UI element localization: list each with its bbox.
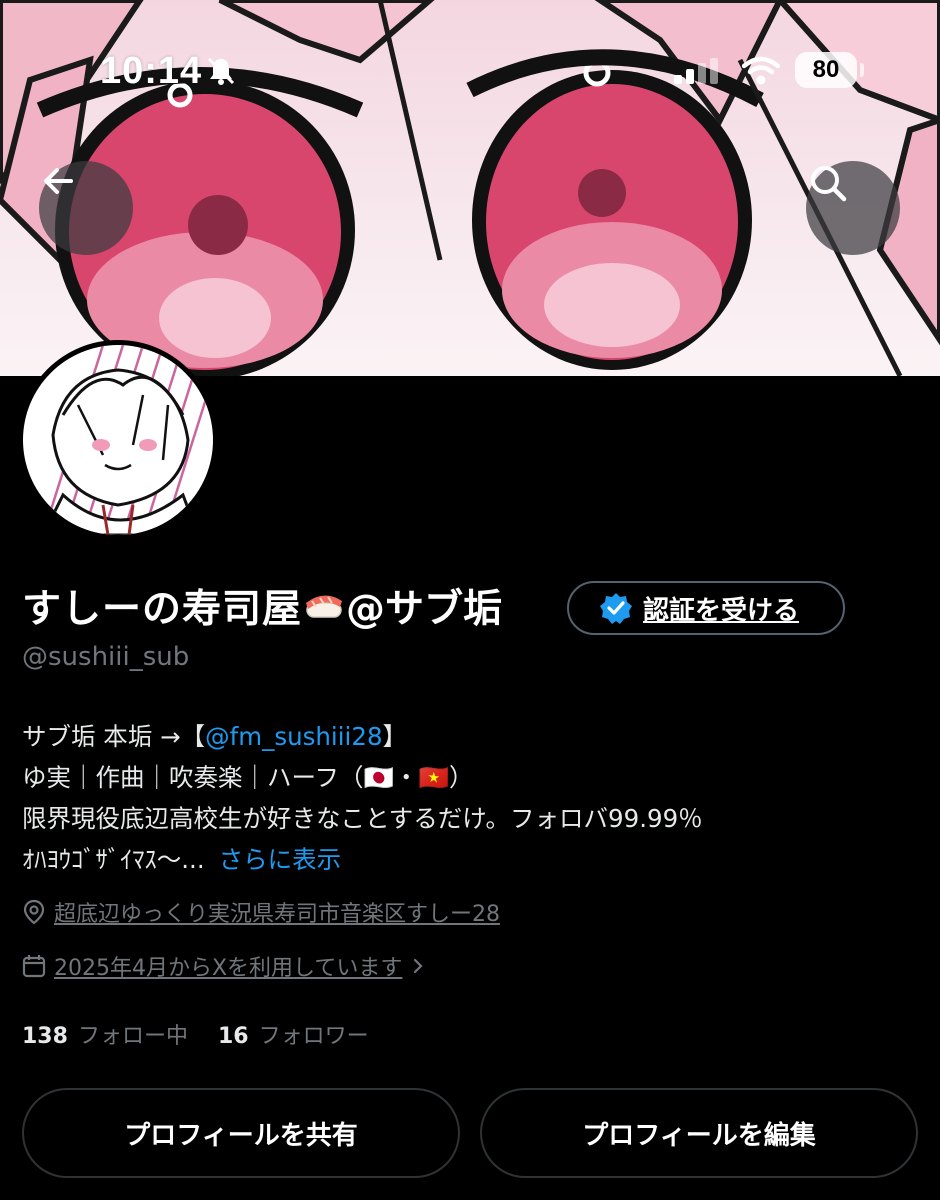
chevron-right-icon [414, 958, 423, 974]
followers-link[interactable]: 16 フォロワー [218, 1018, 369, 1050]
battery-tip [860, 63, 864, 77]
profile-handle: @sushiii_sub [22, 642, 190, 672]
status-bar: 10:14 80 [0, 0, 940, 140]
profile-bio: サブ垢 本垢 →【@fm_sushiii28】 ゆ実｜作曲｜吹奏楽｜ハーフ（🇯🇵… [22, 716, 703, 880]
bio-line-3: 限界現役底辺高校生が好きなことするだけ。フォロバ99.99％ [22, 804, 703, 833]
get-verified-label: 認証を受ける [643, 595, 800, 626]
profile-location[interactable]: 超底辺ゆっくり実況県寿司市音楽区すしー28 [22, 896, 500, 928]
calendar-icon [22, 955, 46, 978]
get-verified-button[interactable]: 認証を受ける [567, 581, 845, 635]
search-icon [811, 166, 847, 202]
display-name-prefix: すしーの寿司屋 [22, 587, 303, 632]
avatar-image [23, 345, 213, 535]
bio-line-1-prefix: サブ垢 本垢 →【 [22, 722, 206, 751]
location-pin-icon [23, 899, 45, 925]
bio-line-1: サブ垢 本垢 →【@fm_sushiii28】 [22, 716, 703, 757]
following-link[interactable]: 138 フォロー中 [22, 1018, 188, 1050]
sushi-icon [304, 587, 344, 625]
profile-join-date[interactable]: 2025年4月からXを利用しています [22, 950, 426, 982]
followers-label: フォロワー [258, 1024, 369, 1049]
back-button[interactable] [39, 161, 133, 255]
bio-mention-link[interactable]: @fm_sushiii28 [205, 722, 382, 751]
arrow-left-icon [44, 168, 73, 194]
followers-count: 16 [217, 1024, 249, 1049]
profile-name: すしーの寿司屋 @サブ垢 [22, 578, 502, 634]
verified-badge-icon [600, 593, 632, 624]
bio-line-4: ｵﾊﾖｳｺﾞｻﾞｲﾏｽ〜... さらに表示 [22, 839, 703, 880]
bio-line-4-text: ｵﾊﾖｳｺﾞｻﾞｲﾏｽ〜... [22, 845, 205, 874]
following-count: 138 [22, 1024, 68, 1049]
location-text: 超底辺ゆっくり実況県寿司市音楽区すしー28 [54, 902, 500, 927]
profile-banner: 10:14 80 [0, 0, 940, 376]
profile-avatar[interactable] [18, 340, 218, 540]
join-date-text: 2025年4月からXを利用しています [54, 956, 403, 981]
edit-profile-button[interactable]: プロフィールを編集 [480, 1088, 918, 1178]
battery-indicator: 80 [795, 52, 857, 88]
bio-line-2: ゆ実｜作曲｜吹奏楽｜ハーフ（🇯🇵・🇻🇳） [22, 763, 474, 792]
bio-line-1-suffix: 】 [382, 722, 408, 751]
display-name-suffix: @サブ垢 [346, 587, 503, 632]
following-label: フォロー中 [77, 1024, 188, 1049]
search-button[interactable] [806, 161, 900, 255]
share-profile-button[interactable]: プロフィールを共有 [22, 1088, 460, 1178]
follow-stats: 138 フォロー中 16 フォロワー [22, 1018, 399, 1050]
show-more-link[interactable]: さらに表示 [219, 845, 342, 874]
status-time: 10:14 [100, 50, 203, 92]
